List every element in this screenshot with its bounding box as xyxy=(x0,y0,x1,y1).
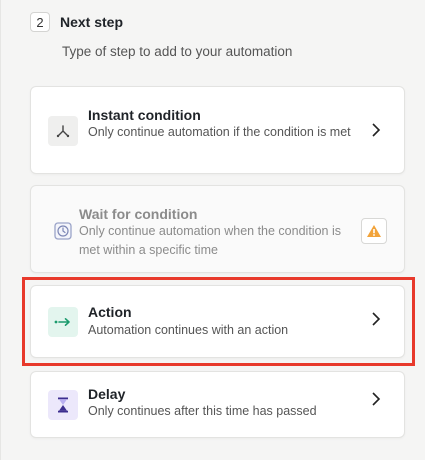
chevron-right-icon xyxy=(372,123,381,137)
option-delay[interactable]: Delay Only continues after this time has… xyxy=(30,371,405,438)
option-action[interactable]: Action Automation continues with an acti… xyxy=(30,285,405,358)
clock-icon xyxy=(48,216,78,246)
step-subtitle: Type of step to add to your automation xyxy=(62,44,293,59)
step-number-badge: 2 xyxy=(30,12,50,32)
step-header: 2 Next step xyxy=(30,12,123,32)
branch-icon xyxy=(48,116,78,146)
chevron-right-icon xyxy=(372,312,381,326)
option-description: Automation continues with an action xyxy=(88,323,289,337)
option-description: Only continues after this time has passe… xyxy=(88,404,317,418)
option-title: Instant condition xyxy=(88,107,201,123)
option-description: Only continue automation if the conditio… xyxy=(88,125,351,139)
option-description: Only continue automation when the condit… xyxy=(79,224,341,257)
step-title: Next step xyxy=(60,14,124,30)
option-wait-for-condition: Wait for condition Only continue automat… xyxy=(30,185,405,273)
arrow-right-icon xyxy=(48,307,78,337)
option-instant-condition[interactable]: Instant condition Only continue automati… xyxy=(30,86,405,174)
next-step-panel: 2 Next step Type of step to add to your … xyxy=(0,0,425,460)
chevron-right-icon xyxy=(372,392,381,406)
hourglass-icon xyxy=(48,390,78,420)
option-title: Delay xyxy=(88,386,126,402)
option-title: Wait for condition xyxy=(79,206,198,222)
warning-icon xyxy=(361,218,387,244)
option-title: Action xyxy=(88,304,132,320)
